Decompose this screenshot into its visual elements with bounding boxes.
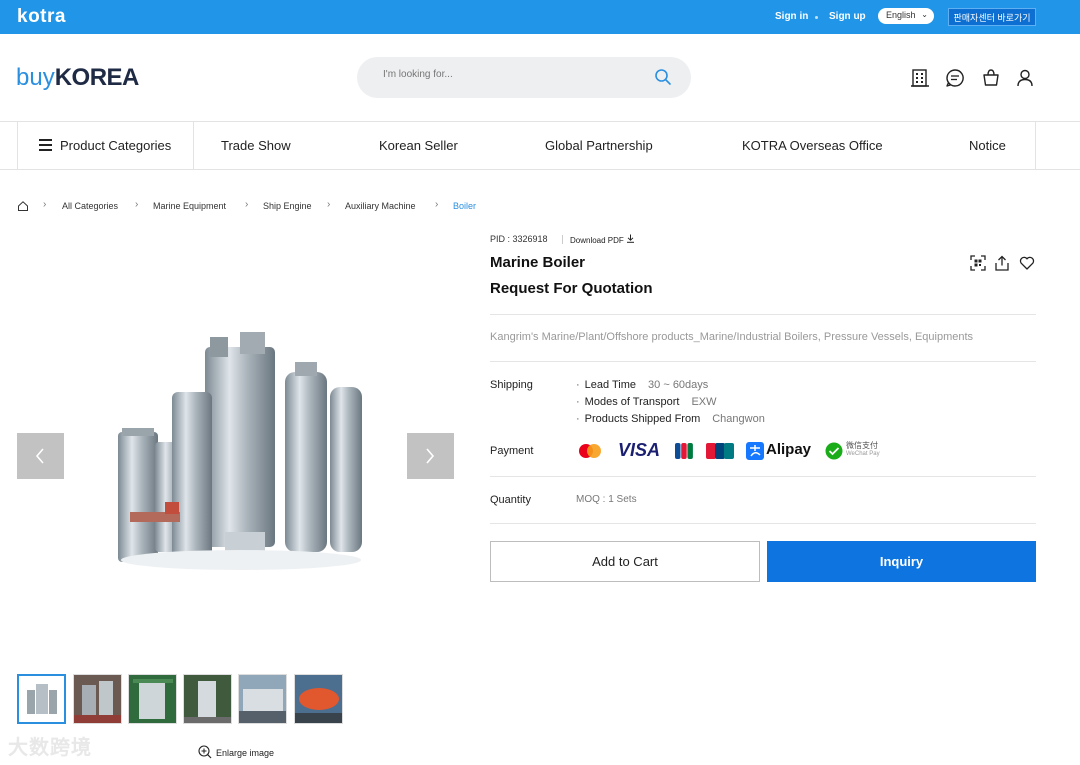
spec-name: Products Shipped From [584, 413, 701, 425]
enlarge-label: Enlarge image [216, 748, 275, 758]
shipping-shipped-from: · Products Shipped From Changwon [576, 413, 765, 425]
cart-icon[interactable] [980, 67, 1002, 89]
separator-dot [815, 16, 818, 19]
unionpay-icon [706, 443, 734, 459]
nav-divider [1035, 122, 1036, 169]
gallery-prev-button[interactable] [17, 433, 64, 479]
gallery-next-button[interactable] [407, 433, 454, 479]
download-icon [627, 234, 635, 243]
spec-value: 30 ~ 60days [648, 379, 709, 391]
nav-korean-seller[interactable]: Korean Seller [379, 138, 458, 153]
breadcrumb-marine-equipment[interactable]: Marine Equipment [153, 201, 226, 211]
search-input[interactable] [383, 69, 633, 80]
spec-name: Modes of Transport [584, 396, 680, 408]
zoom-in-icon [198, 745, 212, 759]
product-id: PID : 3326918 [490, 234, 548, 244]
menu-icon [39, 139, 52, 151]
product-title: Marine Boiler [490, 254, 586, 271]
payment-label: Payment [490, 445, 534, 457]
chat-icon[interactable] [944, 67, 966, 89]
user-icon[interactable] [1014, 67, 1036, 89]
chevron-right-icon: › [245, 199, 249, 210]
chevron-right-icon: › [135, 199, 139, 210]
chevron-right-icon: › [435, 199, 439, 210]
spec-value: Changwon [712, 413, 765, 425]
quantity-label: Quantity [490, 494, 531, 506]
product-main-image[interactable] [110, 332, 372, 582]
kotra-logo[interactable]: kotra [17, 6, 66, 28]
main-nav: Product Categories Trade Show Korean Sel… [0, 122, 1080, 170]
share-icon[interactable] [994, 255, 1010, 271]
search-icon[interactable] [654, 68, 672, 86]
moq-value: MOQ : 1 Sets [576, 494, 637, 505]
search-bar [357, 57, 691, 98]
spec-value: EXW [691, 396, 717, 408]
wechat-pay-cn: 微信支付 [846, 441, 878, 450]
brand-buy: buy [16, 64, 55, 91]
chevron-left-icon [35, 448, 44, 464]
wechat-pay-icon [825, 442, 843, 460]
divider [490, 314, 1036, 315]
pid-separator [562, 235, 563, 244]
qr-code-icon[interactable] [970, 255, 986, 271]
divider [490, 361, 1036, 362]
thumbnail-2[interactable] [73, 674, 122, 724]
product-categories-menu[interactable]: Product Categories [17, 122, 194, 169]
thumbnail-6[interactable] [294, 674, 343, 724]
top-bar: kotra Sign in Sign up English ⌄ 판매자센터 바로… [0, 0, 1080, 34]
heart-icon[interactable] [1019, 255, 1035, 271]
watermark: 大数跨境 [8, 737, 92, 759]
thumbnail-3[interactable] [128, 674, 177, 724]
breadcrumb-ship-engine[interactable]: Ship Engine [263, 201, 312, 211]
product-subtitle: Request For Quotation [490, 280, 653, 297]
shipping-label: Shipping [490, 379, 533, 391]
home-icon[interactable] [17, 200, 29, 212]
thumbnail-1[interactable] [17, 674, 66, 724]
nav-global-partnership[interactable]: Global Partnership [545, 138, 653, 153]
breadcrumb-all-categories[interactable]: All Categories [62, 201, 118, 211]
spec-name: Lead Time [584, 379, 637, 391]
nav-trade-show[interactable]: Trade Show [221, 138, 291, 153]
chevron-down-icon: ⌄ [921, 10, 928, 19]
mastercard-icon [579, 444, 601, 458]
categories-label: Product Categories [60, 138, 172, 153]
brand-korea: KOREA [54, 64, 140, 91]
nav-notice[interactable]: Notice [969, 138, 1006, 153]
language-select[interactable]: English ⌄ [878, 8, 934, 24]
nav-kotra-overseas-office[interactable]: KOTRA Overseas Office [742, 138, 883, 153]
alipay-label: Alipay [766, 441, 812, 458]
thumbnail-5[interactable] [238, 674, 287, 724]
divider [490, 476, 1036, 477]
download-pdf-label: Download PDF [570, 236, 624, 245]
add-to-cart-button[interactable]: Add to Cart [490, 541, 760, 582]
alipay-icon [746, 442, 764, 460]
language-label: English [886, 10, 916, 20]
visa-logo: VISA [618, 440, 661, 460]
jcb-icon [675, 443, 693, 459]
company-icon[interactable] [909, 67, 931, 89]
sign-up-link[interactable]: Sign up [829, 11, 866, 22]
seller-center-button[interactable]: 판매자센터 바로가기 [948, 8, 1036, 26]
chevron-right-icon: › [327, 199, 331, 210]
wechat-pay-label: 微信支付 WeChat Pay [846, 442, 880, 460]
thumbnail-4[interactable] [183, 674, 232, 724]
shipping-modes-of-transport: · Modes of Transport EXW [576, 396, 717, 408]
chevron-right-icon: › [43, 199, 47, 210]
site-header: buyKOREA [0, 34, 1080, 122]
product-description: Kangrim's Marine/Plant/Offshore products… [490, 331, 974, 343]
breadcrumb-boiler[interactable]: Boiler [453, 201, 476, 211]
shipping-lead-time: · Lead Time 30 ~ 60days [576, 379, 709, 391]
sign-in-link[interactable]: Sign in [775, 11, 808, 22]
chevron-right-icon [426, 448, 435, 464]
breadcrumb-auxiliary-machine[interactable]: Auxiliary Machine [345, 201, 416, 211]
wechat-pay-en: WeChat Pay [846, 451, 880, 457]
inquiry-button[interactable]: Inquiry [767, 541, 1036, 582]
download-pdf-link[interactable]: Download PDF [570, 234, 635, 245]
divider [490, 523, 1036, 524]
buykorea-logo[interactable]: buyKOREA [16, 64, 139, 92]
